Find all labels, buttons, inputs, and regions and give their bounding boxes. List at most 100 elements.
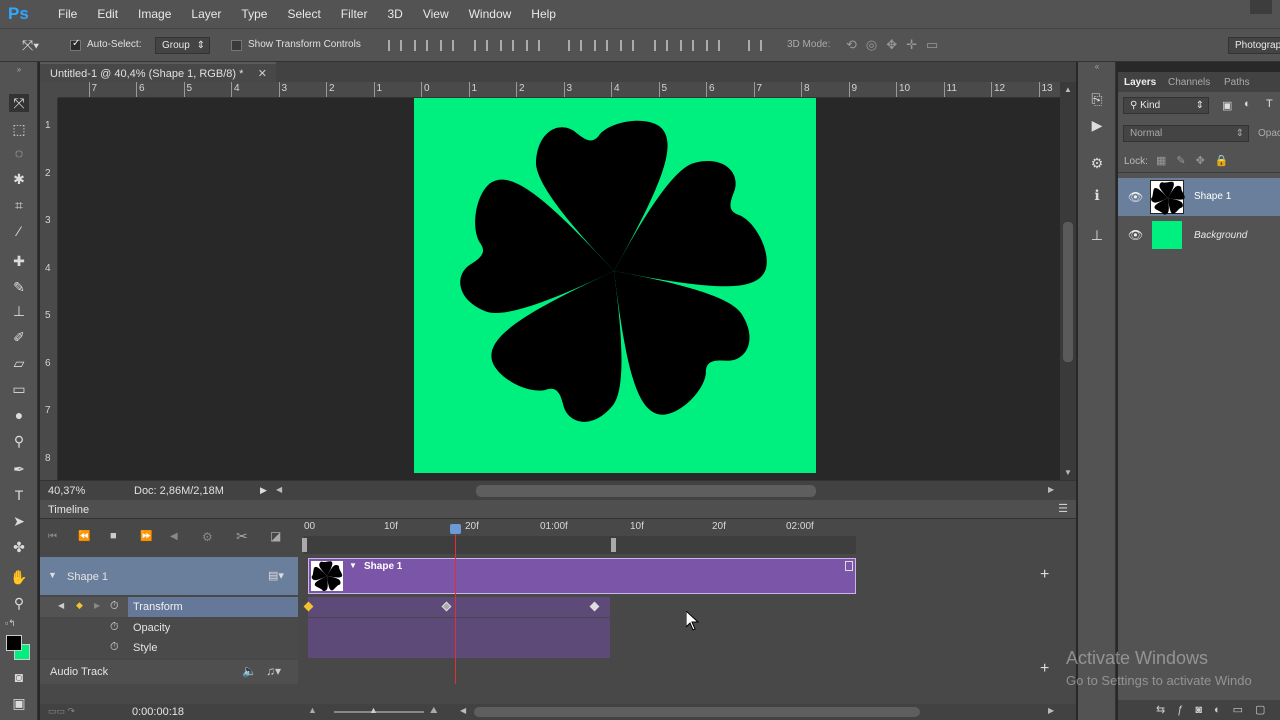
menu-view[interactable]: View xyxy=(413,7,459,21)
quick-mask-icon[interactable]: ◙ xyxy=(9,668,29,686)
lasso-tool-icon[interactable]: ◌ xyxy=(9,144,29,162)
style-row[interactable]: ⏱ Style xyxy=(40,638,298,658)
settings-gear-icon[interactable]: ⚙ xyxy=(202,530,213,544)
zoom-out-icon[interactable]: ▲ xyxy=(308,705,317,715)
crop-tool-icon[interactable]: ⌗ xyxy=(9,196,29,214)
collapse-icon[interactable]: » xyxy=(9,66,29,84)
default-colors-icon[interactable]: ▫↰ xyxy=(5,618,16,629)
panel-menu-icon[interactable]: ☰ xyxy=(1058,502,1068,515)
menu-3d[interactable]: 3D xyxy=(377,7,412,21)
layer-row-shape1[interactable]: 👁 Shape 1 xyxy=(1118,178,1280,216)
zoom-level[interactable]: 40,37% xyxy=(48,485,85,497)
stopwatch-icon[interactable]: ⏱ xyxy=(110,641,119,654)
custom-shape-tool-icon[interactable]: ✤ xyxy=(9,538,29,556)
shape1-clip[interactable]: ▼ Shape 1 xyxy=(308,558,856,594)
filter-image-icon[interactable]: ▣ xyxy=(1222,99,1232,112)
layer-filter-dropdown[interactable]: ⚲ Kind ⇕ xyxy=(1123,97,1209,114)
align-vcenter-icon[interactable] xyxy=(414,40,428,51)
type-tool-icon[interactable]: T xyxy=(9,486,29,504)
zoom-tool-icon[interactable]: ⚲ xyxy=(9,594,29,612)
filter-adjustment-icon[interactable]: ◐ xyxy=(1244,98,1251,110)
stopwatch-icon[interactable]: ⏱ xyxy=(110,621,119,634)
history-brush-tool-icon[interactable]: ✐ xyxy=(9,328,29,346)
workspace-dropdown[interactable]: Photograp xyxy=(1228,37,1280,54)
prev-keyframe-icon[interactable]: ◀ xyxy=(58,601,64,610)
blur-tool-icon[interactable]: ● xyxy=(9,406,29,424)
distribute-left-icon[interactable] xyxy=(654,40,668,51)
opacity-track[interactable] xyxy=(308,618,610,638)
work-area-end-handle[interactable] xyxy=(611,538,616,552)
auto-select-dropdown[interactable]: Group ⇕ xyxy=(155,37,210,54)
history-panel-icon[interactable]: ⎘ xyxy=(1087,90,1107,108)
menu-file[interactable]: File xyxy=(48,7,87,21)
playhead-handle[interactable] xyxy=(450,524,461,534)
brush-tool-icon[interactable]: ✎ xyxy=(9,278,29,296)
next-frame-icon[interactable]: ⏩ xyxy=(140,531,152,542)
scroll-right-icon[interactable]: ▶ xyxy=(1048,485,1054,494)
visibility-eye-icon[interactable]: 👁 xyxy=(1128,190,1143,204)
zoom-in-icon[interactable]: ⛰ xyxy=(430,705,438,716)
healing-brush-tool-icon[interactable]: ✚ xyxy=(9,252,29,270)
3d-mode-icons[interactable]: ⟲◎✥✛▭ xyxy=(846,37,947,53)
zoom-slider[interactable] xyxy=(334,711,424,713)
path-selection-tool-icon[interactable]: ➤ xyxy=(9,512,29,530)
document-tab[interactable]: Untitled-1 @ 40,4% (Shape 1, RGB/8) * ✕ xyxy=(40,62,276,82)
filmstrip-menu-icon[interactable]: ▤▾ xyxy=(268,569,284,582)
foreground-color-swatch[interactable] xyxy=(6,635,22,651)
scroll-left-icon[interactable]: ◀ xyxy=(276,485,282,494)
blend-mode-dropdown[interactable]: Normal ⇕ xyxy=(1123,125,1249,142)
opacity-row[interactable]: ⏱ Opacity xyxy=(40,618,298,638)
vertical-scroll-thumb[interactable] xyxy=(1063,222,1073,362)
marquee-tool-icon[interactable]: ⬚ xyxy=(9,120,29,138)
distribute-top-icon[interactable] xyxy=(568,40,582,51)
auto-select-checkbox[interactable]: ✓ xyxy=(70,38,81,51)
transition-icon[interactable]: ◪ xyxy=(270,529,281,543)
timeline-scroll-right-icon[interactable]: ▶ xyxy=(1048,706,1054,715)
distribute-hcenter-icon[interactable] xyxy=(680,40,694,51)
status-menu-arrow-icon[interactable]: ▶ xyxy=(260,485,267,496)
work-area-start-handle[interactable] xyxy=(302,538,307,552)
gradient-tool-icon[interactable]: ▭ xyxy=(9,380,29,398)
align-bottom-icon[interactable] xyxy=(440,40,454,51)
distribute-vcenter-icon[interactable] xyxy=(594,40,608,51)
distribute-right-icon[interactable] xyxy=(706,40,720,51)
minimize-button[interactable] xyxy=(1250,0,1272,14)
screen-mode-icon[interactable]: ▣ xyxy=(9,694,29,712)
tab-paths[interactable]: Paths xyxy=(1224,77,1250,88)
transform-track[interactable] xyxy=(308,597,610,617)
expand-triangle-icon[interactable]: ▼ xyxy=(48,570,57,580)
audio-track-row[interactable]: Audio Track 🔈 ♫▾ xyxy=(40,660,298,684)
horizontal-scroll-thumb[interactable] xyxy=(476,485,816,497)
add-keyframe-icon[interactable]: ◆ xyxy=(76,600,83,611)
stopwatch-icon[interactable]: ⏱ xyxy=(110,600,119,613)
collapse-dock-icon[interactable]: « xyxy=(1078,62,1116,72)
close-icon[interactable]: ✕ xyxy=(258,67,267,80)
split-scissors-icon[interactable]: ✂ xyxy=(236,528,248,545)
clover-shape[interactable] xyxy=(414,98,816,473)
layer-row-shape1[interactable]: ▼ Shape 1 ▤▾ xyxy=(40,557,298,595)
menu-image[interactable]: Image xyxy=(128,7,181,21)
align-top-icon[interactable] xyxy=(388,40,402,51)
vertical-scrollbar[interactable]: ▲ ▼ xyxy=(1060,82,1076,480)
transform-row[interactable]: ◀ ◆ ▶ ⏱ Transform xyxy=(40,597,298,617)
layer-row-background[interactable]: 👁 Background xyxy=(1118,216,1280,254)
lock-icons[interactable]: ▦✎✥🔒 xyxy=(1156,154,1239,167)
adjustments-panel-icon[interactable]: ⚙ xyxy=(1087,154,1107,172)
actions-panel-icon[interactable]: ▶ xyxy=(1087,116,1107,134)
scroll-up-icon[interactable]: ▲ xyxy=(1060,82,1076,98)
eyedropper-tool-icon[interactable]: ⁄ xyxy=(9,222,29,240)
visibility-eye-icon[interactable]: 👁 xyxy=(1128,228,1143,242)
move-tool-preset-icon[interactable]: ⤧▾ xyxy=(22,37,39,54)
audio-icon[interactable]: ◀ xyxy=(170,531,178,542)
timeline-scroll-left-icon[interactable]: ◀ xyxy=(460,706,466,715)
show-transform-checkbox[interactable] xyxy=(231,40,242,51)
auto-align-icon[interactable] xyxy=(748,40,762,51)
render-icon[interactable]: ▭▭ ↷ xyxy=(48,706,75,717)
speaker-icon[interactable]: 🔈 xyxy=(242,664,257,678)
zoom-slider-thumb[interactable]: ▲ xyxy=(369,705,378,715)
clone-source-panel-icon[interactable]: ⊥ xyxy=(1087,226,1107,244)
clone-stamp-tool-icon[interactable]: ⊥ xyxy=(9,302,29,320)
hand-tool-icon[interactable]: ✋ xyxy=(9,568,29,586)
align-hcenter-icon[interactable] xyxy=(500,40,514,51)
music-note-icon[interactable]: ♫▾ xyxy=(266,664,281,678)
